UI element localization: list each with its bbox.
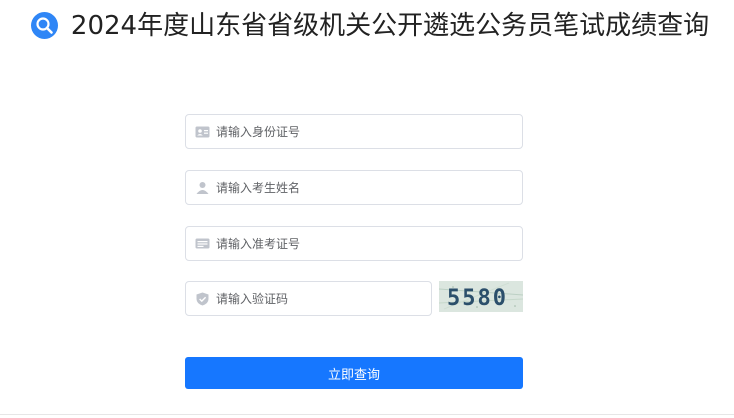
- submit-button[interactable]: 立即查询: [185, 357, 523, 389]
- id-card-icon: [195, 124, 210, 139]
- page-title-row: 2024年度山东省省级机关公开遴选公务员笔试成绩查询: [0, 10, 734, 42]
- shield-icon: [195, 291, 210, 306]
- ticket-icon: [195, 236, 210, 251]
- id-card-field[interactable]: [185, 114, 523, 149]
- ticket-field[interactable]: [185, 226, 523, 261]
- divider: [0, 414, 734, 415]
- page: 2024年度山东省省级机关公开遴选公务员笔试成绩查询 请输入身份证号 请输入考生…: [0, 0, 734, 418]
- user-icon: [195, 180, 210, 195]
- captcha-digit: 5580: [447, 286, 508, 311]
- captcha-input[interactable]: [216, 283, 416, 314]
- captcha-field[interactable]: [185, 281, 432, 316]
- name-input[interactable]: [216, 172, 506, 203]
- captcha-image[interactable]: 5580: [439, 281, 523, 312]
- name-field[interactable]: [185, 170, 523, 205]
- page-title: 2024年度山东省省级机关公开遴选公务员笔试成绩查询: [70, 11, 710, 41]
- ticket-input[interactable]: [216, 228, 506, 259]
- id-card-input[interactable]: [216, 116, 506, 147]
